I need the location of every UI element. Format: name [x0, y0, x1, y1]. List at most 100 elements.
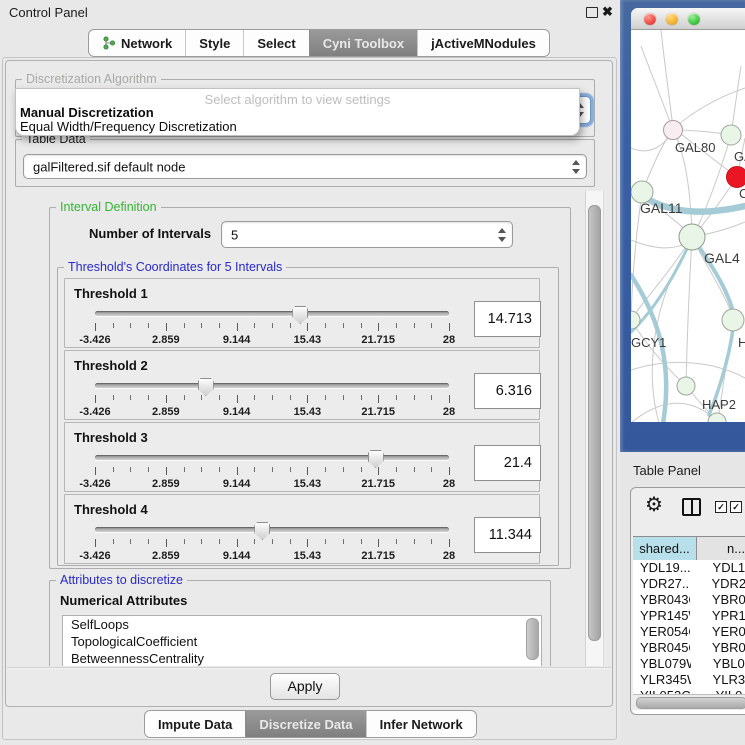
cell-shared-name[interactable]: YDL19... [633, 560, 691, 576]
threshold-1-value[interactable]: 14.713 [474, 301, 541, 337]
tab-discretize-data[interactable]: Discretize Data [245, 711, 365, 737]
cell-name[interactable]: YBR0... [690, 592, 745, 608]
attribute-item-betweennesscentrality[interactable]: BetweennessCentrality [63, 650, 541, 666]
network-edge[interactable] [686, 237, 692, 384]
slider-thumb[interactable] [198, 378, 214, 396]
slider-track[interactable] [95, 383, 449, 388]
table-row[interactable]: YER054CYER0... [633, 624, 745, 640]
close-icon[interactable]: ✖ [602, 4, 613, 20]
scrollbar-thumb[interactable] [636, 697, 745, 709]
network-node[interactable] [722, 309, 744, 331]
slider-tick-labels: -3.4262.8599.14415.4321.71528 [95, 334, 449, 346]
float-window-icon[interactable] [586, 7, 598, 18]
gear-icon[interactable]: ⚙ [645, 493, 663, 517]
dropdown-option-equal-width-frequency-discretization[interactable]: Equal Width/Frequency Discretization [20, 119, 237, 134]
cell-shared-name[interactable]: YLR345W [633, 672, 691, 688]
threshold-4-slider[interactable]: -3.4262.8599.14415.4321.71528 [95, 521, 449, 561]
apply-button[interactable]: Apply [270, 673, 340, 700]
threshold-2-slider[interactable]: -3.4262.8599.14415.4321.71528 [95, 377, 449, 417]
tab-network[interactable]: Network [89, 30, 185, 56]
settings-scroll-area: Interval Definition Number of Intervals … [11, 191, 583, 666]
network-node[interactable] [727, 167, 745, 188]
checkbox-icon[interactable]: ✓ [730, 501, 742, 513]
threshold-label: Threshold 2 [74, 358, 148, 373]
combo-stepper-icon [572, 160, 581, 174]
list-scrollbar[interactable] [526, 618, 539, 660]
checkbox-icon[interactable]: ✓ [715, 501, 727, 513]
slider-track[interactable] [95, 527, 449, 532]
cell-shared-name[interactable]: YPR145W [633, 608, 690, 624]
cell-shared-name[interactable]: YER054C [633, 624, 690, 640]
table-row[interactable]: YBR045CYBR0... [633, 640, 745, 656]
num-intervals-combo[interactable]: 5 [221, 221, 513, 248]
attribute-item-topologicalcoefficient[interactable]: TopologicalCoefficient [63, 633, 541, 650]
group-label: Discretization Algorithm [22, 72, 161, 87]
threshold-1-slider[interactable]: -3.4262.8599.14415.4321.71528 [95, 305, 449, 345]
threshold-3-value[interactable]: 21.4 [474, 445, 541, 481]
attribute-item-selfloops[interactable]: SelfLoops [63, 616, 541, 633]
threshold-4-value[interactable]: 11.344 [474, 517, 541, 553]
cell-shared-name[interactable]: YBR043C [633, 592, 690, 608]
vertical-scrollbar[interactable] [585, 191, 604, 666]
cell-name[interactable]: YDL1... [691, 560, 745, 576]
table-row[interactable]: YBR043CYBR0... [633, 592, 745, 608]
table-row[interactable]: YLR345WYLR3... [633, 672, 745, 688]
network-node[interactable] [721, 125, 741, 145]
cell-shared-name[interactable]: YBL079W [633, 656, 691, 672]
table-panel-title: Table Panel [633, 463, 701, 478]
tab-select[interactable]: Select [243, 30, 308, 56]
node-label: GAL [734, 149, 745, 164]
dropdown-option-manual-discretization[interactable]: Manual Discretization [20, 105, 154, 120]
table-data-combo[interactable]: galFiltered.sif default node [23, 154, 587, 179]
column-header-name[interactable]: n... [697, 537, 745, 560]
cell-shared-name[interactable]: YDR27... [633, 576, 689, 592]
cell-name[interactable]: YLR3... [691, 672, 745, 688]
table-row[interactable]: YDL19...YDL1... [633, 560, 745, 576]
scrollbar-thumb[interactable] [588, 205, 601, 641]
minimize-traffic-icon[interactable] [666, 13, 678, 25]
table-panel-titlebar: Table Panel [620, 452, 745, 487]
tab-label: Select [257, 36, 295, 51]
network-node[interactable] [664, 121, 683, 140]
tab-cyni-toolbox[interactable]: Cyni Toolbox [309, 30, 417, 56]
table-rows[interactable]: YDL19...YDL1...YDR27...YDR2...YBR043CYBR… [633, 560, 745, 714]
slider-track[interactable] [95, 455, 449, 460]
split-columns-icon[interactable] [682, 498, 701, 516]
network-node[interactable] [679, 224, 705, 250]
node-label: GCY1 [631, 335, 666, 350]
cell-name[interactable]: YBR0... [690, 640, 745, 656]
tab-jactivemnodules[interactable]: jActiveMNodules [417, 30, 549, 56]
close-traffic-icon[interactable] [644, 13, 656, 25]
table-row[interactable]: YBL079WYBL0... [633, 656, 745, 672]
cell-name[interactable]: YPR1... [690, 608, 745, 624]
slider-thumb[interactable] [254, 522, 270, 540]
cell-name[interactable]: YER0... [690, 624, 745, 640]
zoom-traffic-icon[interactable] [688, 13, 700, 25]
slider-thumb[interactable] [292, 306, 308, 324]
network-canvas[interactable]: GAL80GALCGAL11GAL4GCY1HHAP2 [631, 30, 745, 422]
cell-name[interactable]: YBL0... [691, 656, 745, 672]
tab-infer-network[interactable]: Infer Network [366, 711, 476, 737]
table-header: shared... n... [633, 536, 745, 561]
tab-style[interactable]: Style [185, 30, 243, 56]
slider-tick-labels: -3.4262.8599.14415.4321.71528 [95, 478, 449, 490]
network-node[interactable] [677, 377, 695, 395]
cell-name[interactable]: YDR2... [689, 576, 745, 592]
thresholds-group: Threshold's Coordinates for 5 Intervals … [57, 267, 559, 566]
tab-impute-data[interactable]: Impute Data [145, 711, 245, 737]
horizontal-scrollbar[interactable] [633, 694, 745, 710]
slider-thumb[interactable] [368, 450, 384, 468]
threshold-2-value[interactable]: 6.316 [474, 373, 541, 409]
numerical-attributes-list[interactable]: SelfLoopsTopologicalCoefficientBetweenne… [62, 615, 542, 666]
table-data-combo-value: galFiltered.sif default node [33, 159, 185, 174]
slider-ticks [95, 539, 449, 548]
column-header-shared[interactable]: shared... [633, 537, 697, 560]
threshold-3-slider[interactable]: -3.4262.8599.14415.4321.71528 [95, 449, 449, 489]
table-row[interactable]: YDR27...YDR2... [633, 576, 745, 592]
network-edge[interactable] [631, 362, 745, 378]
slider-track[interactable] [95, 311, 449, 316]
threshold-3-row: Threshold 3-3.4262.8599.14415.4321.71528… [64, 422, 540, 492]
table-row[interactable]: YPR145WYPR1... [633, 608, 745, 624]
cell-shared-name[interactable]: YBR045C [633, 640, 690, 656]
table-panel: ⚙ ✓ ✓ shared... n... YDL19...YDL1...YDR2… [630, 487, 745, 715]
